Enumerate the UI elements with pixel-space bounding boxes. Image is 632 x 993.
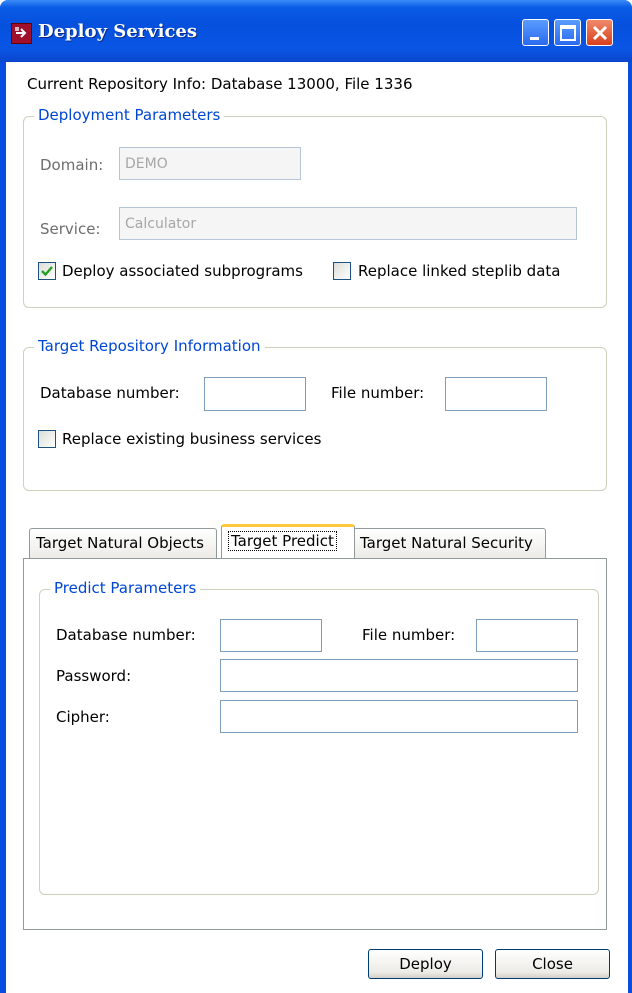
deploy-services-window: Deploy Services Current Repository Info:… [0, 0, 632, 993]
domain-field [119, 147, 301, 180]
predict-cipher-label: Cipher: [56, 708, 110, 726]
target-repository-group: Target Repository Information Database n… [23, 337, 607, 491]
deployment-parameters-legend: Deployment Parameters [34, 106, 225, 124]
domain-label: Domain: [40, 156, 104, 174]
target-file-number-label: File number: [331, 384, 425, 402]
dialog-body: Current Repository Info: Database 13000,… [6, 62, 628, 993]
replace-services-checkbox[interactable] [38, 430, 56, 448]
replace-steplib-label[interactable]: Replace linked steplib data [358, 262, 560, 280]
title-bar[interactable]: Deploy Services [0, 0, 632, 62]
window-title: Deploy Services [38, 21, 197, 42]
predict-db-number-input[interactable] [220, 619, 322, 652]
minimize-button[interactable] [522, 19, 549, 46]
predict-tab-panel: Predict Parameters Database number: File… [23, 558, 607, 930]
current-repository-info: Current Repository Info: Database 13000,… [27, 75, 413, 93]
replace-steplib-checkbox[interactable] [333, 262, 351, 280]
deploy-button[interactable]: Deploy [368, 949, 483, 979]
maximize-button[interactable] [554, 19, 581, 46]
target-db-number-label: Database number: [40, 384, 180, 402]
predict-cipher-input[interactable] [220, 700, 578, 733]
target-file-number-input[interactable] [445, 377, 547, 411]
close-window-button[interactable] [586, 19, 613, 46]
target-repository-legend: Target Repository Information [34, 337, 265, 355]
deployment-parameters-group: Deployment Parameters Domain: Service: D… [23, 106, 607, 308]
app-icon [11, 23, 32, 44]
tab-target-natural-security-label: Target Natural Security [360, 534, 533, 552]
target-db-number-input[interactable] [204, 377, 306, 411]
close-button[interactable]: Close [495, 949, 610, 979]
tab-target-predict[interactable]: Target Predict [221, 524, 355, 558]
service-label: Service: [40, 220, 101, 238]
replace-services-label[interactable]: Replace existing business services [62, 430, 321, 448]
tab-target-natural-security[interactable]: Target Natural Security [353, 528, 546, 558]
predict-db-number-label: Database number: [56, 626, 196, 644]
tab-target-natural-objects-label: Target Natural Objects [36, 534, 204, 552]
predict-parameters-group: Predict Parameters Database number: File… [39, 579, 599, 895]
deploy-subprograms-label[interactable]: Deploy associated subprograms [62, 262, 303, 280]
tab-target-natural-objects[interactable]: Target Natural Objects [29, 528, 217, 558]
predict-file-number-label: File number: [362, 626, 456, 644]
predict-file-number-input[interactable] [476, 619, 578, 652]
predict-password-label: Password: [56, 667, 132, 685]
tab-target-predict-label: Target Predict [228, 531, 337, 551]
predict-password-input[interactable] [220, 659, 578, 692]
service-field [119, 207, 577, 240]
predict-parameters-legend: Predict Parameters [50, 579, 201, 597]
deploy-subprograms-checkbox[interactable] [38, 262, 56, 280]
